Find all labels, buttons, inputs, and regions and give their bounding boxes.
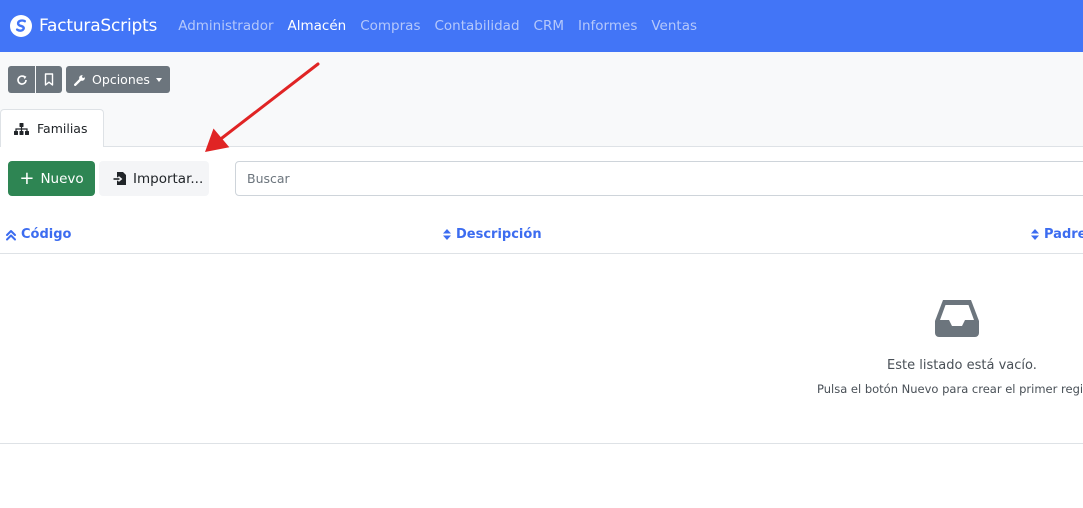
sitemap-icon	[14, 122, 29, 135]
import-button-label: Importar...	[133, 170, 204, 187]
bookmark-button[interactable]	[36, 66, 62, 93]
options-dropdown-button[interactable]: Opciones	[66, 66, 170, 93]
sort-icon	[443, 229, 451, 240]
wrench-icon	[74, 74, 85, 86]
tab-divider	[104, 146, 1083, 147]
plus-icon: +	[19, 167, 35, 189]
bookmark-icon	[44, 73, 54, 86]
main-menu: Administrador Almacén Compras Contabilid…	[171, 18, 704, 34]
new-button-label: Nuevo	[40, 170, 84, 187]
nav-item-administrador[interactable]: Administrador	[171, 18, 280, 34]
file-import-icon	[113, 172, 126, 185]
nav-item-contabilidad[interactable]: Contabilidad	[427, 18, 526, 34]
empty-state-title: Este listado está vacío.	[887, 358, 1037, 373]
empty-state-subtitle: Pulsa el botón Nuevo para crear el prime…	[817, 382, 1083, 396]
table-footer-divider	[0, 443, 1083, 444]
brand-name: FacturaScripts	[39, 16, 158, 36]
sort-ascending-icon	[6, 229, 16, 240]
tab-familias[interactable]: Familias	[0, 109, 104, 147]
refresh-icon	[16, 74, 27, 85]
tab-label: Familias	[37, 121, 88, 136]
nav-item-crm[interactable]: CRM	[527, 18, 571, 34]
nav-item-ventas[interactable]: Ventas	[644, 18, 704, 34]
column-label: Código	[21, 227, 72, 242]
column-label: Padre	[1044, 227, 1083, 242]
column-header-descripcion[interactable]: Descripción	[442, 227, 542, 242]
nav-item-almacen[interactable]: Almacén	[281, 18, 354, 34]
inbox-icon	[935, 300, 979, 337]
new-button[interactable]: + Nuevo	[8, 161, 95, 196]
top-navbar: FacturaScripts Administrador Almacén Com…	[0, 0, 1083, 52]
nav-item-compras[interactable]: Compras	[353, 18, 427, 34]
sort-icon	[1031, 229, 1039, 240]
column-label: Descripción	[456, 227, 542, 242]
brand[interactable]: FacturaScripts	[10, 15, 157, 37]
column-header-codigo[interactable]: Código	[5, 227, 71, 242]
options-label: Opciones	[92, 72, 150, 87]
import-button[interactable]: Importar...	[99, 161, 209, 196]
table-header-divider	[0, 253, 1083, 254]
nav-item-informes[interactable]: Informes	[571, 18, 644, 34]
search-input[interactable]	[235, 161, 1083, 196]
column-header-padre[interactable]: Padre	[1030, 227, 1083, 242]
facturascripts-logo-icon	[10, 15, 32, 37]
refresh-button[interactable]	[8, 66, 35, 93]
caret-down-icon	[155, 77, 162, 82]
